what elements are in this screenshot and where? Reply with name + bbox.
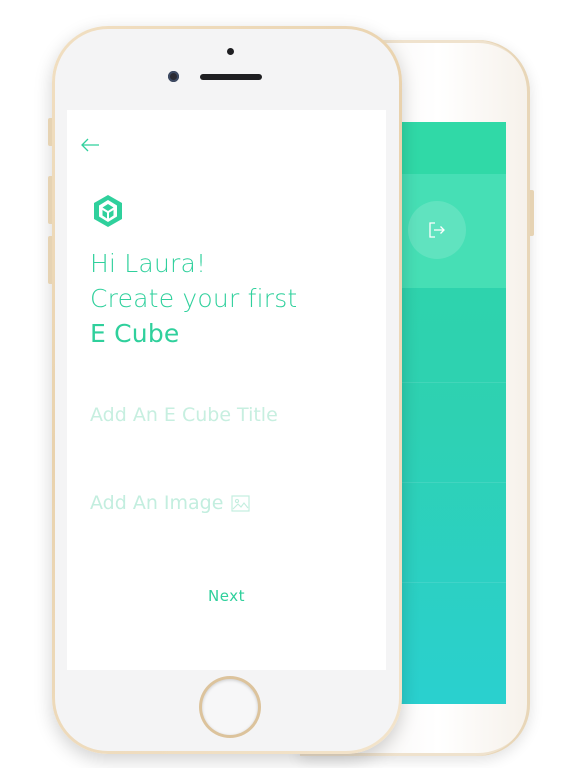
earpiece-speaker — [200, 74, 262, 80]
add-image-button[interactable]: Add An Image — [90, 492, 251, 514]
row-divider — [400, 382, 506, 383]
next-button[interactable]: Next — [67, 584, 386, 608]
greeting-line-product: E Cube — [90, 319, 180, 348]
exit-button[interactable] — [408, 201, 466, 259]
volume-down-button — [48, 236, 52, 284]
add-image-label: Add An Image — [90, 492, 224, 514]
background-screen-header — [400, 122, 506, 174]
greeting-line-name: Hi Laura! — [90, 249, 207, 278]
mute-switch — [48, 118, 52, 146]
greeting-line-prompt: Create your first — [90, 284, 298, 313]
home-button[interactable] — [202, 679, 258, 735]
background-phone-screen — [400, 122, 506, 704]
row-divider — [400, 582, 506, 583]
side-button — [530, 190, 534, 236]
stage: Hi Laura! Create your first E Cube Add A… — [0, 0, 577, 768]
row-divider — [400, 482, 506, 483]
background-screen-band — [400, 174, 506, 288]
volume-up-button — [48, 176, 52, 224]
proximity-sensor — [227, 48, 234, 55]
exit-icon — [429, 222, 445, 238]
cube-title-input[interactable] — [90, 399, 370, 431]
front-camera — [168, 71, 179, 82]
app-screen: Hi Laura! Create your first E Cube Add A… — [67, 110, 386, 670]
arrow-left-icon[interactable] — [79, 136, 101, 154]
greeting-heading: Hi Laura! Create your first E Cube — [90, 246, 297, 351]
e-cube-logo-icon — [94, 195, 122, 227]
image-icon — [231, 494, 251, 512]
